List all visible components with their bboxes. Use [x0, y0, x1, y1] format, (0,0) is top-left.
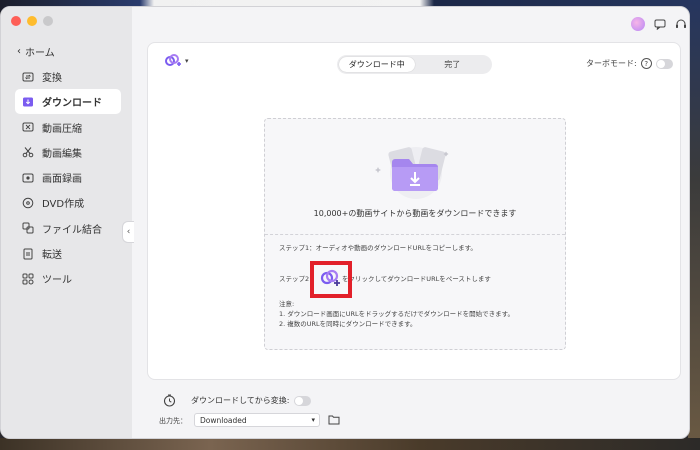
output-location-label: 出力先：: [159, 417, 187, 425]
note-item: 2. 複数のURLを同時にダウンロードできます。: [279, 320, 417, 328]
paste-url-button[interactable]: ▾: [164, 53, 189, 69]
transfer-icon: [22, 248, 34, 260]
turbo-mode-toggle[interactable]: [655, 58, 673, 69]
avatar[interactable]: [631, 17, 645, 31]
close-window-button[interactable]: [11, 16, 21, 26]
message-icon[interactable]: [654, 18, 666, 30]
divider: [265, 234, 565, 235]
sidebar-item-transfer[interactable]: 転送: [15, 241, 121, 266]
turbo-mode-control: ターボモード: ?: [586, 58, 673, 69]
tools-icon: [22, 273, 34, 285]
chevron-down-icon: ▾: [185, 57, 189, 65]
step2-text: をクリックしてダウンロードURLをペーストします: [342, 275, 491, 283]
sidebar: ‹ ホーム 変換 ダウンロード 動画圧縮 動画編集 画面録画 DVD作成 ファイ…: [1, 7, 132, 438]
sidebar-item-label: DVD作成: [42, 199, 85, 211]
home-link[interactable]: ‹ ホーム: [17, 44, 55, 59]
link-plus-icon: [165, 54, 181, 66]
tab-downloading[interactable]: ダウンロード中: [339, 57, 415, 72]
sidebar-item-label: 変換: [42, 73, 62, 84]
sidebar-item-compress[interactable]: 動画圧縮: [15, 115, 121, 140]
sidebar-item-download[interactable]: ダウンロード: [15, 89, 121, 115]
sidebar-item-label: ツール: [42, 275, 72, 287]
download-then-convert-label: ダウンロードしてから変換:: [191, 396, 290, 405]
output-location-select[interactable]: Downloaded ▾: [194, 413, 320, 427]
sidebar-item-dvd[interactable]: DVD作成: [15, 190, 121, 215]
schedule-icon[interactable]: [163, 394, 176, 407]
home-link-label: ホーム: [25, 48, 55, 59]
bottom-bar: ダウンロードしてから変換: 出力先： Downloaded ▾: [147, 388, 681, 438]
window-controls: [11, 16, 53, 26]
tab-completed[interactable]: 完了: [415, 57, 491, 72]
sidebar-item-record[interactable]: 画面録画: [15, 165, 121, 190]
output-location-value: Downloaded: [200, 415, 247, 425]
help-icon[interactable]: ?: [640, 58, 652, 69]
record-icon: [22, 172, 34, 184]
drop-zone-headline: 10,000+の動画サイトから動画をダウンロードできます: [313, 209, 517, 218]
app-window: ‹ ホーム 変換 ダウンロード 動画圧縮 動画編集 画面録画 DVD作成 ファイ…: [0, 6, 690, 439]
minimize-window-button[interactable]: [27, 16, 37, 26]
download-icon: [22, 96, 34, 108]
download-panel: ▾ ダウンロード中 完了 ターボモード: ? 10,000+の動画サイトから動画…: [147, 42, 681, 380]
sidebar-nav: 変換 ダウンロード 動画圧縮 動画編集 画面録画 DVD作成 ファイル結合 転送…: [15, 64, 121, 292]
chevron-left-icon: ‹: [17, 46, 21, 57]
convert-icon: [22, 71, 34, 83]
chevron-down-icon: ▾: [311, 416, 315, 424]
merge-icon: [22, 222, 34, 234]
sidebar-item-edit[interactable]: 動画編集: [15, 140, 121, 165]
zoom-window-button[interactable]: [43, 16, 53, 26]
url-drop-zone[interactable]: 10,000+の動画サイトから動画をダウンロードできます ステップ1：オーディオ…: [264, 118, 566, 350]
scissors-icon: [22, 146, 34, 158]
download-folder-icon: [375, 147, 449, 199]
sidebar-collapse-button[interactable]: ‹: [122, 221, 134, 243]
compress-icon: [22, 121, 34, 133]
dvd-icon: [22, 197, 34, 209]
highlight-annotation: [310, 261, 352, 298]
note-item: 1. ダウンロード画面にURLをドラッグするだけでダウンロードを開始できます。: [279, 310, 515, 318]
download-then-convert-toggle[interactable]: [294, 395, 312, 406]
sidebar-item-label: 転送: [42, 250, 62, 262]
turbo-mode-label: ターボモード:: [586, 59, 637, 68]
download-then-convert: ダウンロードしてから変換:: [191, 395, 312, 406]
step1-text: ステップ1：オーディオや動画のダウンロードURLをコピーします。: [279, 244, 477, 252]
folder-icon[interactable]: [328, 414, 340, 425]
note-title: 注意:: [279, 300, 295, 308]
sidebar-item-convert[interactable]: 変換: [15, 64, 121, 89]
sidebar-item-merge[interactable]: ファイル結合: [15, 216, 121, 241]
chevron-left-icon: ‹: [126, 227, 131, 237]
headset-icon[interactable]: [675, 18, 687, 30]
download-status-tabs: ダウンロード中 完了: [337, 55, 492, 74]
sidebar-item-label: ダウンロード: [42, 98, 102, 110]
drop-zone-header: 10,000+の動画サイトから動画をダウンロードできます: [265, 119, 565, 234]
desktop-background-bottom: [0, 438, 700, 450]
sidebar-item-label: ファイル結合: [42, 224, 102, 236]
sidebar-item-label: 画面録画: [42, 174, 82, 186]
sidebar-item-label: 動画編集: [42, 148, 82, 160]
sidebar-item-label: 動画圧縮: [42, 123, 82, 135]
sidebar-item-tools[interactable]: ツール: [15, 266, 121, 291]
titlebar-actions: [631, 17, 687, 31]
